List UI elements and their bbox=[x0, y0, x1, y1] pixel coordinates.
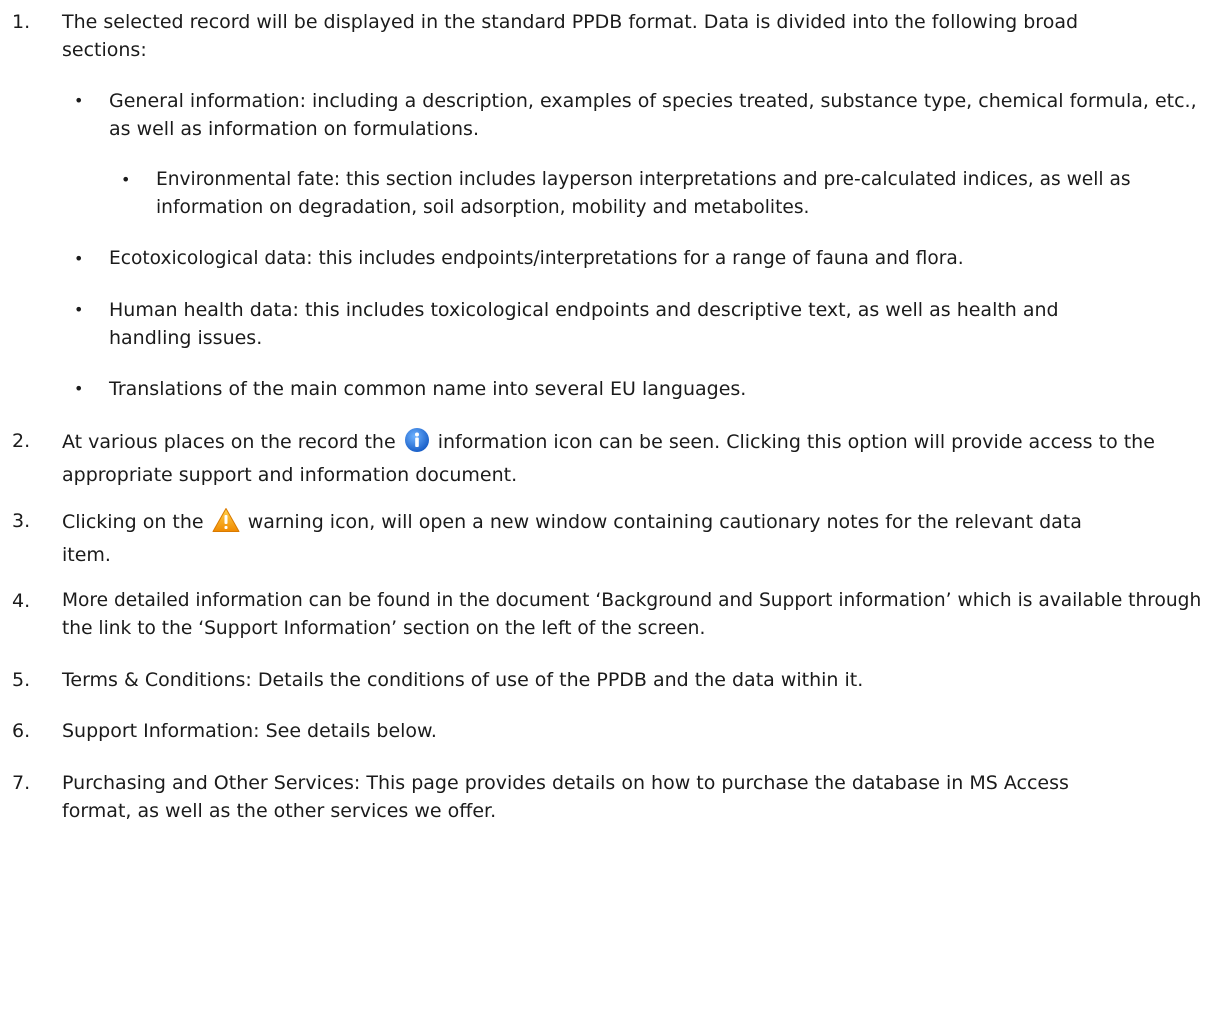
list-item-text: Support Information: See details below. bbox=[62, 720, 437, 742]
bullet-item-general-information: • General information: including a descr… bbox=[0, 87, 1213, 143]
list-item-7: 7. Purchasing and Other Services: This p… bbox=[0, 769, 1213, 825]
list-number: 4. bbox=[12, 590, 31, 612]
list-number: 3. bbox=[12, 510, 31, 532]
text-before-icon: At various places on the record the bbox=[62, 431, 396, 453]
bullet-item-human-health-data: • Human health data: this includes toxic… bbox=[0, 296, 1213, 352]
list-number: 6. bbox=[12, 720, 31, 742]
bullet-text: Ecotoxicological data: this includes end… bbox=[109, 248, 964, 269]
list-item-text: More detailed information can be found i… bbox=[62, 590, 1202, 639]
list-item-2: 2. At various places on the record the i bbox=[0, 427, 1213, 486]
info-icon[interactable] bbox=[404, 427, 430, 461]
bullet-item-ecotoxicological-data: • Ecotoxicological data: this includes e… bbox=[0, 245, 1213, 273]
list-item-text: The selected record will be displayed in… bbox=[62, 11, 1079, 61]
bullet-marker: • bbox=[74, 379, 84, 398]
bullet-text: Human health data: this includes toxicol… bbox=[109, 299, 1059, 349]
list-item-text: Terms & Conditions: Details the conditio… bbox=[62, 669, 864, 691]
text-before-icon: Clicking on the bbox=[62, 511, 204, 533]
list-number: 7. bbox=[12, 772, 31, 794]
list-item-5: 5. Terms & Conditions: Details the condi… bbox=[0, 666, 1213, 694]
document-body: 1. The selected record will be displayed… bbox=[0, 0, 1213, 1036]
list-item-4: 4. More detailed information can be foun… bbox=[0, 587, 1213, 643]
list-item-text: Clicking on the warning icon, will open … bbox=[62, 507, 1122, 569]
list-item-text: Purchasing and Other Services: This page… bbox=[62, 772, 1069, 822]
bullet-marker: • bbox=[121, 170, 131, 189]
list-item-3: 3. Clicking on the warning icon, will op bbox=[0, 507, 1213, 566]
bullet-marker: • bbox=[74, 91, 84, 110]
list-item-6: 6. Support Information: See details belo… bbox=[0, 717, 1213, 745]
list-number: 5. bbox=[12, 669, 31, 691]
list-item-1: 1. The selected record will be displayed… bbox=[0, 8, 1213, 64]
list-item-text: At various places on the record the info… bbox=[62, 427, 1162, 489]
warning-icon[interactable] bbox=[212, 507, 240, 541]
list-number: 2. bbox=[12, 430, 31, 452]
bullet-item-translations: • Translations of the main common name i… bbox=[0, 375, 1213, 403]
bullet-item-environmental-fate: • Environmental fate: this section inclu… bbox=[0, 166, 1213, 222]
bullet-marker: • bbox=[74, 300, 84, 319]
bullet-text: Environmental fate: this section include… bbox=[156, 169, 1131, 218]
bullet-text: Translations of the main common name int… bbox=[109, 378, 747, 400]
bullet-marker: • bbox=[74, 249, 84, 268]
bullet-text: General information: including a descrip… bbox=[109, 90, 1197, 140]
list-number: 1. bbox=[12, 11, 31, 33]
